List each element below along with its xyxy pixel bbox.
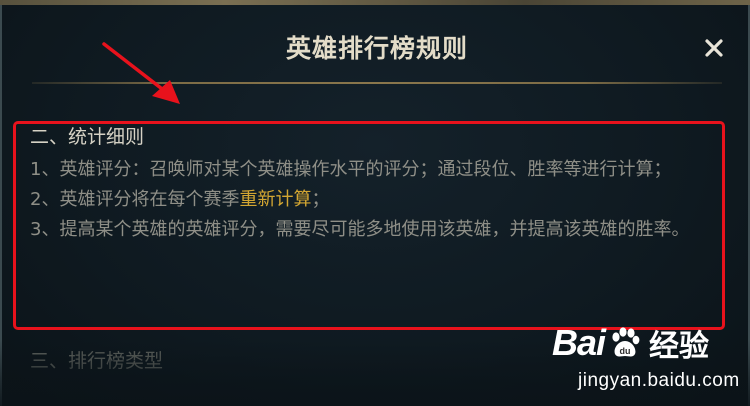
close-button[interactable] bbox=[696, 30, 732, 66]
paw-icon: du bbox=[612, 327, 640, 357]
watermark-logo-bai: Bai bbox=[552, 322, 606, 363]
close-icon bbox=[705, 39, 723, 57]
section-heading-ranking-types: 三、排行榜类型 bbox=[30, 350, 164, 372]
baidu-jingyan-watermark: Bai du 经验 jingyan.baidu.com bbox=[552, 320, 742, 400]
title-divider bbox=[32, 82, 722, 84]
watermark-logo-jingyan: 经验 bbox=[649, 330, 710, 363]
svg-text:du: du bbox=[620, 346, 631, 356]
baidu-logo: Bai du 经验 bbox=[552, 320, 709, 366]
modal-title: 英雄排行榜规则 bbox=[285, 34, 468, 63]
annotation-highlight-box bbox=[13, 121, 725, 330]
screenshot-stage: 英雄排行榜规则 二、统计细则 1、英雄评分：召唤师对某个英雄操作水平的评分；通过… bbox=[0, 0, 750, 406]
watermark-url: jingyan.baidu.com bbox=[578, 370, 740, 391]
